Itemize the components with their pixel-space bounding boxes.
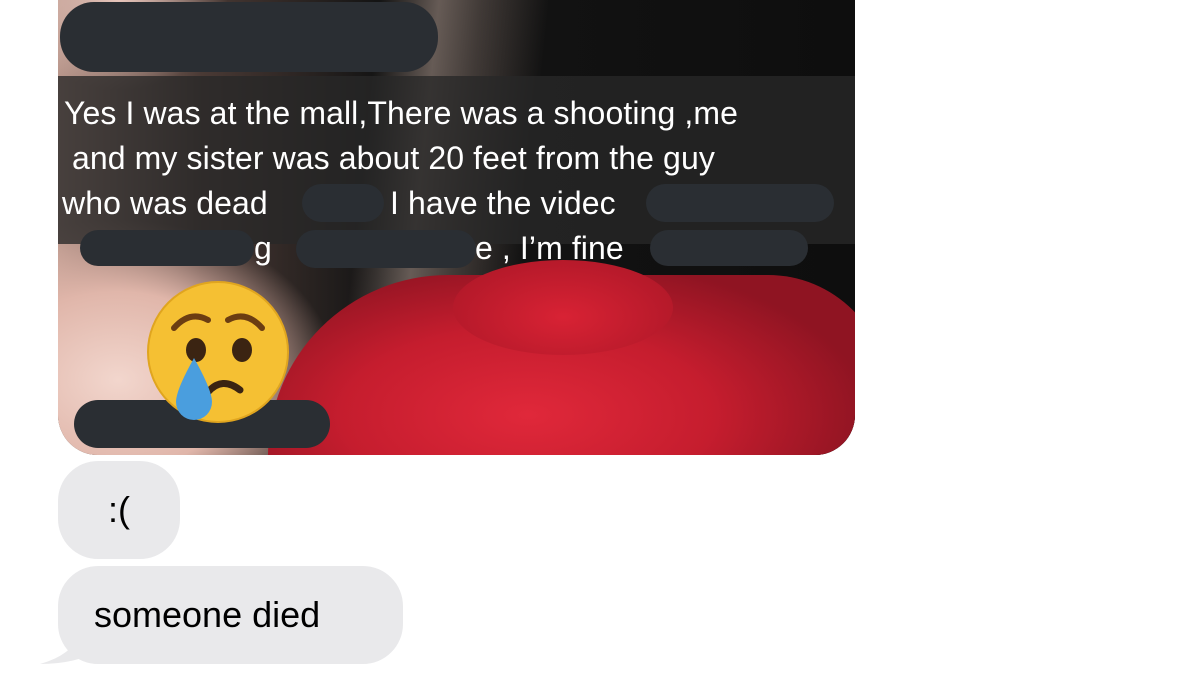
redaction-bar — [646, 184, 834, 222]
caption-line-3b: I have the videc — [390, 185, 616, 221]
photo-sweater-collar — [453, 260, 673, 355]
redaction-bar — [60, 2, 438, 72]
message-bubble[interactable]: someone died — [58, 566, 403, 664]
caption-line-2: and my sister was about 20 feet from the… — [72, 140, 715, 176]
caption-line-1: Yes I was at the mall,There was a shooti… — [64, 95, 738, 131]
caption-line-4a: g — [254, 230, 272, 266]
redaction-bar — [302, 184, 384, 222]
redaction-bar — [650, 230, 808, 266]
crying-face-icon — [147, 281, 289, 423]
caption-line-4b: e , I’m fine — [475, 230, 624, 266]
redaction-bar — [80, 230, 254, 266]
photo-message[interactable]: Yes I was at the mall,There was a shooti… — [58, 0, 855, 455]
caption-line-3a: who was dead — [62, 185, 268, 221]
message-bubble[interactable]: :( — [58, 461, 180, 559]
redaction-bar — [296, 230, 476, 268]
message-text: someone died — [94, 594, 321, 635]
message-text: :( — [108, 489, 130, 530]
